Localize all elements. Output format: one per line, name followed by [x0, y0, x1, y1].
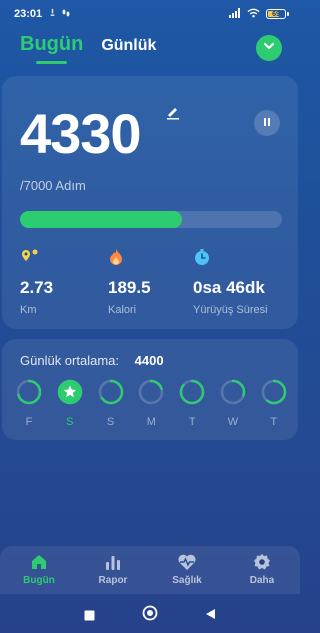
summary-card: 4330 /7000 Adım 2.73 Km 189.5 Kalori 0sa…	[2, 76, 298, 329]
weekday-label: T	[188, 416, 196, 428]
progress-ring	[179, 379, 205, 410]
progress-ring	[138, 379, 164, 410]
weekday-label: M	[146, 416, 156, 428]
calories-value: 189.5	[108, 278, 151, 297]
star-icon	[57, 379, 83, 410]
daily-average-card: Günlük ortalama: 4400 F S S M T W T	[2, 339, 298, 440]
weekday-ring[interactable]: S	[57, 379, 83, 428]
weekday-label: S	[66, 416, 74, 428]
nav-item-today[interactable]: Bugün	[9, 552, 69, 586]
nav-label-report: Rapor	[98, 575, 128, 586]
nav-label-more: Daha	[249, 575, 275, 586]
top-tabs: Bugün Günlük	[20, 33, 156, 64]
nav-label-today: Bugün	[23, 575, 55, 586]
recents-button[interactable]	[84, 608, 95, 626]
weekday-label: S	[106, 416, 115, 428]
tab-today[interactable]: Bugün	[20, 33, 83, 64]
pause-button[interactable]	[254, 110, 280, 136]
bar-chart-icon	[83, 552, 143, 572]
stat-calories: 189.5 Kalori	[108, 248, 151, 316]
gear-icon	[232, 552, 292, 572]
weekday-ring[interactable]: M	[138, 379, 164, 428]
weekday-label: T	[270, 416, 278, 428]
heart-pulse-icon	[157, 552, 217, 572]
bottom-nav: Bugün Rapor Sağlık Daha	[0, 546, 300, 594]
weekday-ring[interactable]: T	[261, 379, 287, 428]
progress-ring	[261, 379, 287, 410]
weekday-label: W	[227, 416, 239, 428]
expand-button[interactable]	[256, 35, 282, 61]
stat-duration: 0sa 46dk Yürüyüş Süresi	[193, 248, 268, 316]
home-icon	[9, 552, 69, 572]
distance-value: 2.73	[20, 278, 54, 297]
calories-label: Kalori	[108, 304, 137, 316]
pause-icon	[262, 114, 272, 132]
chevron-down-icon	[262, 39, 276, 58]
daily-average-row: Günlük ortalama: 4400	[20, 353, 164, 368]
distance-label: Km	[20, 304, 37, 316]
daily-average-label: Günlük ortalama:	[20, 353, 119, 368]
notification-icon	[48, 8, 57, 20]
step-goal: /7000 Adım	[20, 178, 86, 193]
duration-label: Yürüyüş Süresi	[193, 304, 268, 316]
weekday-ring[interactable]: W	[220, 379, 246, 428]
footsteps-icon	[61, 8, 71, 21]
status-time: 23:01	[14, 8, 43, 20]
battery-icon: 69	[266, 9, 289, 19]
stopwatch-icon	[193, 248, 268, 266]
tab-daily[interactable]: Günlük	[101, 37, 156, 55]
progress-ring	[16, 379, 42, 410]
weekday-rings: FSSMTWT	[16, 379, 288, 431]
weekday-ring[interactable]: T	[179, 379, 205, 428]
nav-item-health[interactable]: Sağlık	[157, 552, 217, 586]
step-progress-fill	[20, 211, 183, 228]
nav-label-health: Sağlık	[172, 575, 202, 586]
step-count: 4330	[20, 102, 142, 165]
duration-value: 0sa 46dk	[193, 278, 265, 297]
stat-distance: 2.73 Km	[20, 248, 53, 316]
nav-item-report[interactable]: Rapor	[83, 552, 143, 586]
wifi-icon	[247, 8, 260, 21]
flame-icon	[108, 248, 151, 266]
daily-average-value: 4400	[134, 353, 164, 368]
status-bar: 23:01 69	[0, 0, 300, 28]
progress-ring	[220, 379, 246, 410]
home-button[interactable]	[142, 605, 158, 626]
weekday-ring[interactable]: F	[16, 379, 42, 428]
step-progress-bar	[20, 211, 282, 228]
signal-icon	[229, 7, 241, 21]
edit-icon[interactable]	[165, 104, 181, 125]
system-nav-bar	[0, 594, 300, 633]
weekday-ring[interactable]: S	[98, 379, 124, 428]
battery-level: 69	[272, 10, 280, 18]
location-pin-icon	[20, 248, 53, 266]
back-button[interactable]	[205, 607, 216, 625]
nav-item-more[interactable]: Daha	[232, 552, 292, 586]
progress-ring	[98, 379, 124, 410]
weekday-label: F	[25, 416, 33, 428]
